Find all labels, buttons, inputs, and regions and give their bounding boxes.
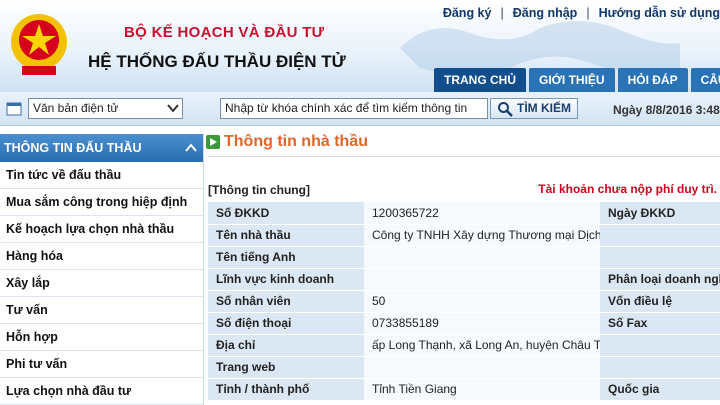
document-icon	[6, 102, 22, 116]
sidebar-item-investor-selection[interactable]: Lựa chọn nhà đầu tư	[0, 378, 203, 405]
table-row: Số nhân viên 50 Vốn điều lệ	[208, 290, 720, 313]
field-value: 50	[364, 290, 600, 313]
field-label: Số điện thoại	[208, 312, 364, 335]
field-label-secondary: Quốc gia	[600, 378, 720, 401]
content-header: Thông tin nhà thầu	[206, 131, 368, 153]
main-content: Thông tin nhà thầu [Thông tin chung] Tài…	[204, 126, 720, 405]
field-label: Trang web	[208, 356, 364, 379]
arrow-right-icon	[206, 135, 220, 149]
search-button-label: TÌM KIẾM	[517, 101, 571, 115]
ministry-name: BỘ KẾ HOẠCH VÀ ĐẦU TƯ	[124, 24, 325, 41]
contractor-info-table: Số ĐKKD 1200365722 Ngày ĐKKD Tên nhà thầu Cô…	[208, 202, 720, 401]
table-row: Địa chỉ ấp Long Thạnh, xã Long An, huyện …	[208, 334, 720, 357]
search-input[interactable]: Nhập từ khóa chính xác để tìm kiếm thông…	[220, 98, 488, 119]
nav-tab-about[interactable]: GIỚI THIỆU	[529, 68, 615, 92]
system-title: HỆ THỐNG ĐẤU THẦU ĐIỆN TỬ	[88, 52, 346, 71]
sidebar-item-public-procurement[interactable]: Mua sắm công trong hiệp định	[0, 189, 203, 216]
sidebar-item-contractor-plan[interactable]: Kế hoạch lựa chọn nhà thầu	[0, 216, 203, 243]
table-row: Số điện thoại 0733855189 Số Fax	[208, 312, 720, 335]
sidebar-item-goods[interactable]: Hàng hóa	[0, 243, 203, 270]
table-row: Trang web	[208, 356, 720, 379]
search-button[interactable]: TÌM KIẾM	[490, 98, 578, 119]
table-row: Tỉnh / thành phố Tỉnh Tiền Giang Quốc gia	[208, 378, 720, 401]
field-label-secondary: Phân loại doanh nghiệp	[600, 268, 720, 291]
field-label-secondary: Số Fax	[600, 312, 720, 335]
chevron-down-icon	[167, 104, 179, 113]
fee-warning: Tài khoản chưa nộp phí duy trì.	[538, 182, 717, 196]
nav-tab-faq[interactable]: HỎI ĐÁP	[617, 68, 688, 92]
search-icon	[498, 102, 513, 117]
nav-tab-questions[interactable]: CÂU HỎI	[690, 68, 720, 92]
field-value: 1200365722	[364, 202, 600, 225]
field-value: 0733855189	[364, 312, 600, 335]
field-label: Số ĐKKD	[208, 202, 364, 225]
table-row: Lĩnh vực kinh doanh Phân loại doanh nghiệ…	[208, 268, 720, 291]
field-value	[364, 268, 600, 291]
field-label: Tên nhà thầu	[208, 224, 364, 247]
field-label: Tên tiếng Anh	[208, 246, 364, 269]
table-row: Số ĐKKD 1200365722 Ngày ĐKKD	[208, 202, 720, 225]
sidebar-item-mixed[interactable]: Hỗn hợp	[0, 324, 203, 351]
register-link[interactable]: Đăng ký	[443, 6, 492, 20]
sidebar-item-construction[interactable]: Xây lắp	[0, 270, 203, 297]
link-separator: |	[500, 6, 504, 20]
document-type-select[interactable]: Văn bản điện tử	[28, 98, 183, 119]
national-emblem-icon	[11, 14, 67, 75]
field-value: Công ty TNHH Xây dựng Thương mại Dịch vụ…	[364, 224, 600, 247]
sidebar-item-non-consulting[interactable]: Phi tư vấn	[0, 351, 203, 378]
field-label: Số nhân viên	[208, 290, 364, 313]
user-guide-link[interactable]: Hướng dẫn sử dụng	[599, 6, 720, 20]
divider	[208, 156, 720, 157]
site-header: BỘ KẾ HOẠCH VÀ ĐẦU TƯ HỆ THỐNG ĐẤU THẦU …	[0, 0, 720, 92]
field-label-secondary: Ngày ĐKKD	[600, 202, 720, 225]
top-links: Đăng ký | Đăng nhập | Hướng dẫn sử dụng	[443, 6, 720, 20]
collapse-icon[interactable]	[185, 143, 197, 153]
field-value: ấp Long Thạnh, xã Long An, huyện Châu Th…	[364, 334, 600, 357]
page-title: Thông tin nhà thầu	[224, 133, 368, 150]
nav-tab-home[interactable]: TRANG CHỦ	[434, 68, 526, 92]
sidebar: THÔNG TIN ĐẤU THẦU Tin tức về đấu thầu M…	[0, 134, 204, 405]
table-row: Tên nhà thầu Công ty TNHH Xây dựng Thương…	[208, 224, 720, 247]
section-label: [Thông tin chung]	[208, 183, 310, 197]
table-row: Tên tiếng Anh	[208, 246, 720, 269]
sidebar-header-label: THÔNG TIN ĐẤU THẦU	[4, 141, 142, 155]
field-value: Tỉnh Tiền Giang	[364, 378, 600, 401]
field-value	[364, 356, 600, 379]
field-label-secondary	[600, 334, 720, 357]
main-nav: TRANG CHỦ GIỚI THIỆU HỎI ĐÁP CÂU HỎI	[434, 68, 720, 92]
field-label-secondary: Vốn điều lệ	[600, 290, 720, 313]
field-label-secondary	[600, 224, 720, 247]
field-label: Tỉnh / thành phố	[208, 378, 364, 401]
field-label: Địa chỉ	[208, 334, 364, 357]
document-type-value: Văn bản điện tử	[33, 101, 119, 115]
link-separator: |	[586, 6, 590, 20]
search-bar: Văn bản điện tử Nhập từ khóa chính xác đ…	[0, 92, 720, 126]
sidebar-item-news[interactable]: Tin tức về đấu thầu	[0, 162, 203, 189]
field-label: Lĩnh vực kinh doanh	[208, 268, 364, 291]
current-date: Ngày 8/8/2016 3:48	[613, 103, 720, 117]
field-label-secondary	[600, 246, 720, 269]
sidebar-item-consulting[interactable]: Tư vấn	[0, 297, 203, 324]
field-label-secondary	[600, 356, 720, 379]
login-link[interactable]: Đăng nhập	[513, 6, 578, 20]
field-value	[364, 246, 600, 269]
sidebar-header: THÔNG TIN ĐẤU THẦU	[0, 134, 203, 162]
